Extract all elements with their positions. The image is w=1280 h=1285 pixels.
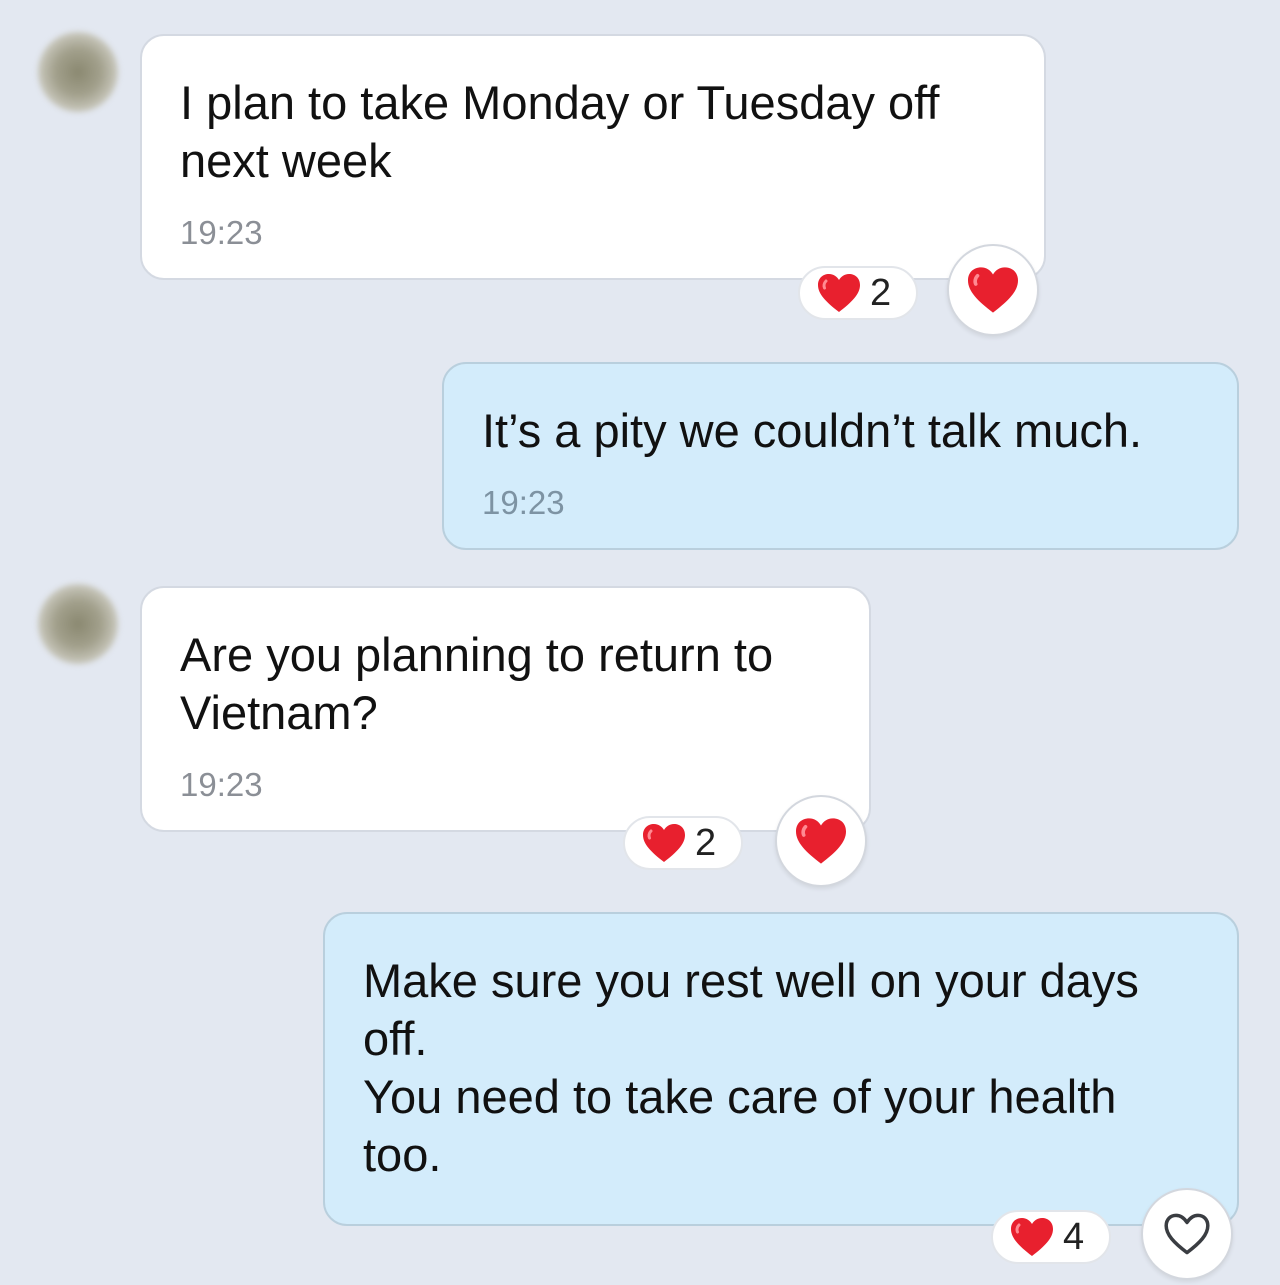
message-time: 19:23 (482, 484, 565, 521)
message-text: I plan to take Monday or Tuesday off nex… (180, 76, 940, 187)
sender-avatar[interactable] (38, 584, 118, 664)
reaction-count-chip[interactable]: 2 (798, 266, 918, 320)
reaction-count: 2 (870, 271, 892, 314)
my-reaction-button[interactable] (947, 244, 1039, 336)
message-time: 19:23 (180, 766, 263, 803)
message-bubble-outgoing[interactable]: It’s a pity we couldn’t talk much. 19:23 (442, 362, 1239, 550)
reaction-count: 4 (1063, 1215, 1085, 1258)
red-heart-icon (816, 272, 862, 314)
red-heart-icon (793, 816, 849, 866)
my-reaction-button[interactable] (775, 795, 867, 887)
red-heart-icon (965, 265, 1021, 315)
message-bubble-incoming[interactable]: Are you planning to return to Vietnam? 1… (140, 586, 871, 832)
reaction-count-chip[interactable]: 2 (623, 816, 743, 870)
message-time: 19:23 (180, 214, 263, 251)
message-bubble-outgoing[interactable]: Make sure you rest well on your days off… (323, 912, 1239, 1226)
add-reaction-button[interactable] (1141, 1188, 1233, 1280)
red-heart-icon (641, 822, 687, 864)
red-heart-icon (1009, 1216, 1055, 1258)
message-text: It’s a pity we couldn’t talk much. (482, 404, 1143, 457)
message-bubble-incoming[interactable]: I plan to take Monday or Tuesday off nex… (140, 34, 1046, 280)
sender-avatar[interactable] (38, 32, 118, 112)
outline-heart-icon (1161, 1211, 1213, 1257)
message-text: Make sure you rest well on your days off… (363, 954, 1139, 1181)
message-text: Are you planning to return to Vietnam? (180, 628, 774, 739)
reaction-count: 2 (695, 821, 717, 864)
reaction-count-chip[interactable]: 4 (991, 1210, 1111, 1264)
